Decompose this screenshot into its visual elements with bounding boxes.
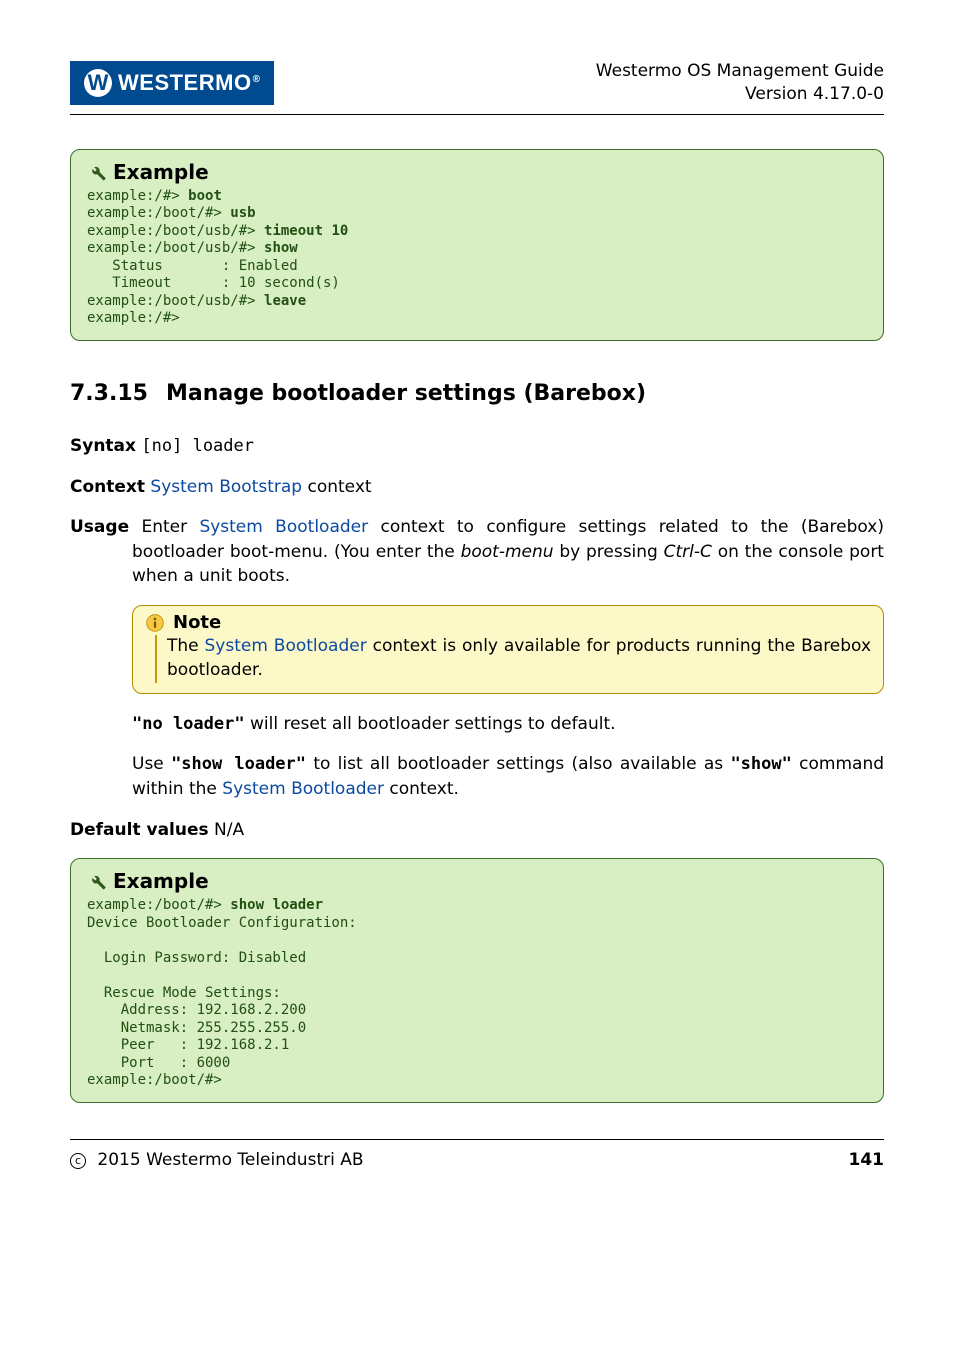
logo-w-icon: W <box>84 69 112 97</box>
note-title: Note <box>145 612 871 633</box>
page: W WESTERMO® Westermo OS Management Guide… <box>0 0 954 1350</box>
usage-em1: boot-menu <box>461 542 554 562</box>
show-cmd1: "show loader" <box>171 754 306 774</box>
logo-text-content: WESTERMO <box>118 70 252 95</box>
wrench-icon <box>87 871 107 891</box>
show-loader-paragraph: Use "show loader" to list all bootloader… <box>132 752 884 801</box>
logo-registered-icon: ® <box>253 74 261 85</box>
usage-t1a: Enter <box>141 517 199 537</box>
doc-title: Westermo OS Management Guide <box>596 60 884 83</box>
page-header: W WESTERMO® Westermo OS Management Guide… <box>70 60 884 106</box>
default-values-label: Default values <box>70 820 209 840</box>
context-link[interactable]: System Bootstrap <box>150 477 302 497</box>
no-loader-cmd: "no loader" <box>132 714 245 734</box>
ex1-l4-cmd: show <box>264 240 298 256</box>
ex1-l2-prompt: example:/boot/#> <box>87 205 230 221</box>
westermo-logo: W WESTERMO® <box>70 61 274 105</box>
section-title: Manage bootloader settings (Barebox) <box>166 381 646 406</box>
ex1-l7-cmd: leave <box>264 293 306 309</box>
ex2-l11: example:/boot/#> <box>87 1072 222 1088</box>
ex1-l3-prompt: example:/boot/usb/#> <box>87 223 264 239</box>
example1-code: example:/#> boot example:/boot/#> usb ex… <box>87 188 867 328</box>
copyright-icon: c <box>70 1153 86 1169</box>
header-title-block: Westermo OS Management Guide Version 4.1… <box>596 60 884 106</box>
usage-em2: Ctrl-C <box>664 542 712 562</box>
footer-copyright-text: 2015 Westermo Teleindustri AB <box>97 1150 363 1170</box>
ex2-l7: Address: 192.168.2.200 <box>87 1002 306 1018</box>
syntax-block: Syntax [no] loader <box>70 434 884 459</box>
context-label: Context <box>70 477 145 497</box>
ex1-l8: example:/#> <box>87 310 180 326</box>
ex2-l6: Rescue Mode Settings: <box>87 985 281 1001</box>
ex2-l2: Device Bootloader Configuration: <box>87 915 357 931</box>
note-heading: Note <box>173 612 221 633</box>
ex2-l10: Port : 6000 <box>87 1055 230 1071</box>
usage-block: Usage Enter System Bootloader context to… <box>132 515 884 589</box>
example2-title: Example <box>87 869 867 893</box>
context-after: context <box>307 477 371 497</box>
context-block: Context System Bootstrap context <box>70 475 884 500</box>
show-link[interactable]: System Bootloader <box>222 779 384 799</box>
section-number: 7.3.15 <box>70 381 148 406</box>
wrench-icon <box>87 162 107 182</box>
no-loader-after: will reset all bootloader settings to de… <box>250 714 616 734</box>
logo-brand-text: WESTERMO® <box>118 70 260 96</box>
info-icon <box>145 613 165 633</box>
example1-heading: Example <box>113 160 209 184</box>
usage-label: Usage <box>70 517 129 537</box>
doc-version: Version 4.17.0-0 <box>596 83 884 106</box>
ex2-l1-cmd: show loader <box>230 897 323 913</box>
usage-link[interactable]: System Bootloader <box>199 517 368 537</box>
ex1-l5: Status : Enabled <box>87 258 298 274</box>
example-box-2: Example example:/boot/#> show loader Dev… <box>70 858 884 1103</box>
note-link[interactable]: System Bootloader <box>205 636 367 656</box>
example-title: Example <box>87 160 867 184</box>
note-box: Note The System Bootloader context is on… <box>132 605 884 694</box>
ex1-l6: Timeout : 10 second(s) <box>87 275 340 291</box>
example2-code: example:/boot/#> show loader Device Boot… <box>87 897 867 1090</box>
footer-divider <box>70 1139 884 1140</box>
syntax-label: Syntax <box>70 436 136 456</box>
footer-copyright: c 2015 Westermo Teleindustri AB <box>70 1150 364 1170</box>
ex1-l2-cmd: usb <box>230 205 255 221</box>
header-divider <box>70 114 884 115</box>
section-heading: 7.3.15 Manage bootloader settings (Bareb… <box>70 381 884 406</box>
example-box-1: Example example:/#> boot example:/boot/#… <box>70 149 884 341</box>
show-cmd2: "show" <box>730 754 791 774</box>
show-b: to list all bootloader settings (also av… <box>313 754 730 774</box>
ex1-l1-cmd: boot <box>188 188 222 204</box>
show-a: Use <box>132 754 171 774</box>
default-values-block: Default values N/A <box>70 818 884 843</box>
show-d: context. <box>389 779 458 799</box>
ex1-l3-cmd: timeout 10 <box>264 223 348 239</box>
usage-t1c: by pressing <box>559 542 663 562</box>
ex2-l8: Netmask: 255.255.255.0 <box>87 1020 306 1036</box>
ex1-l7-prompt: example:/boot/usb/#> <box>87 293 264 309</box>
ex2-l9: Peer : 192.168.2.1 <box>87 1037 289 1053</box>
note-body: The System Bootloader context is only av… <box>155 635 871 683</box>
example2-heading: Example <box>113 869 209 893</box>
note-ta: The <box>167 636 205 656</box>
page-number: 141 <box>849 1150 885 1170</box>
ex1-l1-prompt: example:/#> <box>87 188 188 204</box>
default-values-value: N/A <box>214 820 244 840</box>
page-footer: c 2015 Westermo Teleindustri AB 141 <box>70 1150 884 1170</box>
ex1-l4-prompt: example:/boot/usb/#> <box>87 240 264 256</box>
ex2-l1-prompt: example:/boot/#> <box>87 897 230 913</box>
ex2-l4: Login Password: Disabled <box>87 950 306 966</box>
no-loader-paragraph: "no loader" will reset all bootloader se… <box>132 712 884 737</box>
syntax-value: [no] loader <box>141 436 254 456</box>
